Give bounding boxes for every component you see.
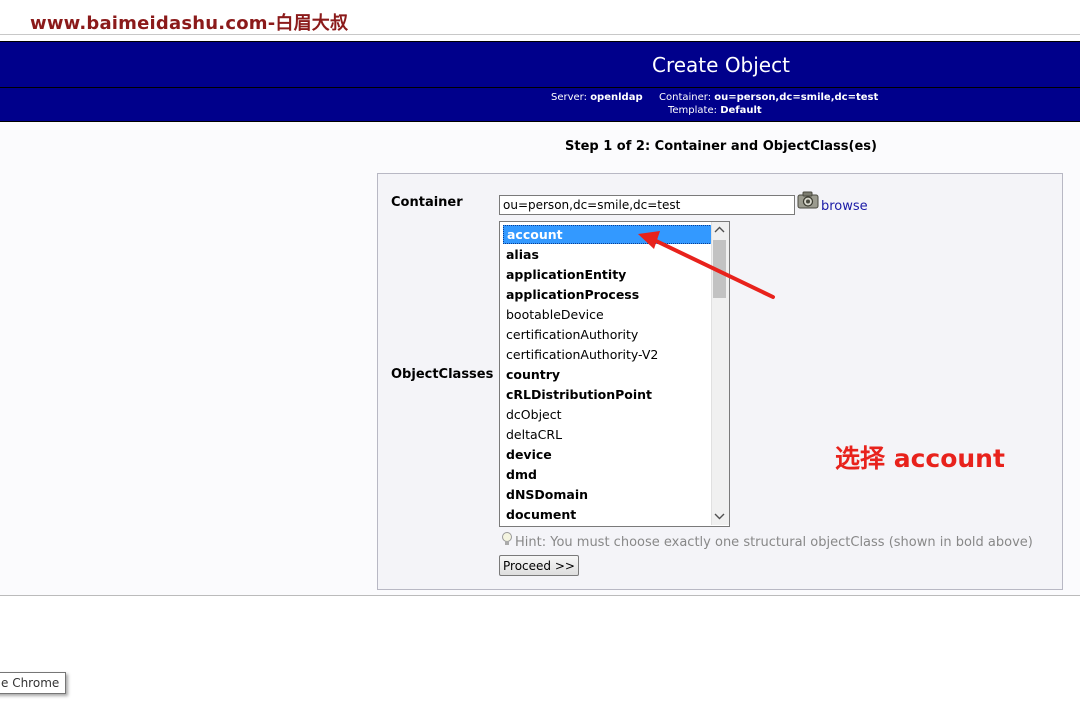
template-info: Template: Default xyxy=(668,105,762,116)
server-info: Server: openldap xyxy=(551,92,643,103)
objectclass-option[interactable]: document xyxy=(503,505,712,524)
objectclass-option[interactable]: dNSDomain xyxy=(503,485,712,504)
objectclass-option[interactable]: device xyxy=(503,445,712,464)
proceed-button[interactable]: Proceed >> xyxy=(499,555,579,576)
objectclass-option[interactable]: dcObject xyxy=(503,405,712,424)
container-input[interactable] xyxy=(499,195,795,215)
annotation-text: 选择 account xyxy=(835,444,1005,473)
page-title: Create Object xyxy=(652,53,790,77)
hint-text: Hint: You must choose exactly one struct… xyxy=(515,535,1033,550)
objectclass-option[interactable]: country xyxy=(503,365,712,384)
lightbulb-icon xyxy=(502,532,512,545)
objectclass-option[interactable]: cRLDistributionPoint xyxy=(503,385,712,404)
step-title: Step 1 of 2: Container and ObjectClass(e… xyxy=(565,139,877,154)
container-info-value: ou=person,dc=smile,dc=test xyxy=(714,92,879,103)
browse-link[interactable]: browse xyxy=(821,199,868,214)
container-info: Container: ou=person,dc=smile,dc=test xyxy=(659,92,878,103)
chrome-tooltip: e Chrome xyxy=(0,672,67,694)
scroll-down-icon[interactable] xyxy=(711,508,728,525)
watermark-text: www.baimeidashu.com-白眉大叔 xyxy=(30,13,349,34)
header-info-bar xyxy=(0,88,1080,122)
objectclass-option[interactable]: deltaCRL xyxy=(503,425,712,444)
objectclass-option[interactable]: certificationAuthority xyxy=(503,325,712,344)
header-title-bar xyxy=(0,41,1080,88)
browse-icon[interactable] xyxy=(797,191,819,209)
template-label: Template: xyxy=(668,105,717,116)
objectclass-option[interactable]: dmd xyxy=(503,465,712,484)
container-label: Container xyxy=(391,195,463,210)
server-value: openldap xyxy=(590,92,643,103)
server-label: Server: xyxy=(551,92,587,103)
template-value: Default xyxy=(720,105,762,116)
objectclass-option[interactable]: certificationAuthority-V2 xyxy=(503,345,712,364)
objectclasses-label: ObjectClasses xyxy=(391,367,494,382)
annotation-arrow-icon xyxy=(638,231,775,299)
container-info-label: Container: xyxy=(659,92,712,103)
